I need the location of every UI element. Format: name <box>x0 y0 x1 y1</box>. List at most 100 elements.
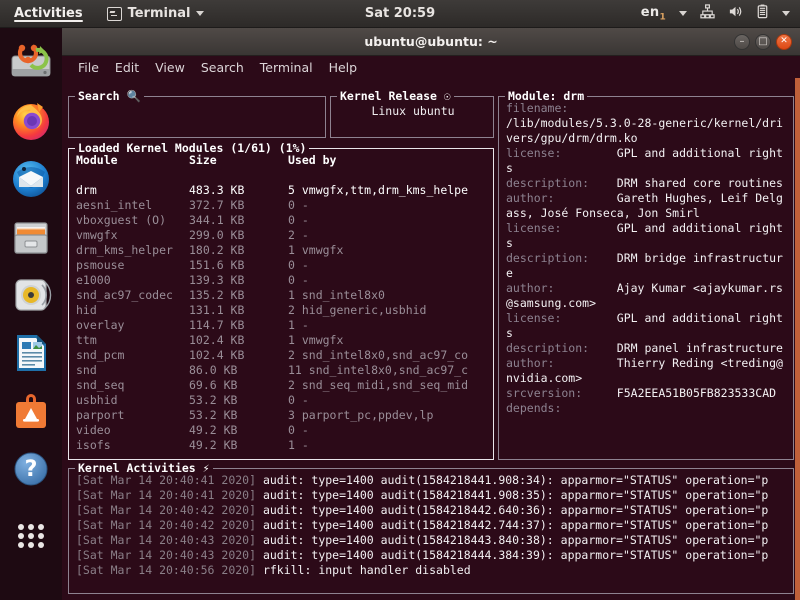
detail-field-pad <box>589 341 617 355</box>
search-panel[interactable]: Search 🔍 <box>68 89 326 138</box>
detail-field-pad <box>561 146 616 160</box>
close-icon: ✕ <box>780 36 788 46</box>
log-timestamp: [Sat Mar 14 20:40:43 2020] <box>76 548 263 562</box>
cell-used-by: 0 - <box>288 393 309 407</box>
cell-size: 102.4 KB <box>189 333 245 347</box>
table-row[interactable]: snd_seq 69.6 KB 2 snd_seq_midi,snd_seq_mid <box>76 378 488 393</box>
log-timestamp: [Sat Mar 14 20:40:41 2020] <box>76 473 263 487</box>
table-row[interactable]: isofs 49.2 KB 1 - <box>76 438 488 453</box>
detail-field-pad <box>561 401 616 415</box>
table-row[interactable]: e1000 139.3 KB 0 - <box>76 273 488 288</box>
window-controls: – □ ✕ <box>734 33 792 50</box>
dock-item-thunderbird[interactable] <box>7 155 55 203</box>
table-row[interactable]: overlay 114.7 KB 1 - <box>76 318 488 333</box>
detail-field: license: GPL and additional rights <box>506 146 788 176</box>
dock-item-firefox[interactable] <box>7 97 55 145</box>
table-row[interactable]: drm_kms_helper 180.2 KB 1 vmwgfx <box>76 243 488 258</box>
cell-size: 135.2 KB <box>189 288 245 302</box>
column-header-used-by: Used by <box>288 153 337 167</box>
terminal-scrollbar[interactable] <box>795 78 800 600</box>
table-row[interactable]: snd 86.0 KB 11 snd_intel8x0,snd_ac97_c <box>76 363 488 378</box>
table-row[interactable]: drm 483.3 KB 5 vmwgfx,ttm,drm_kms_helpe <box>76 183 488 198</box>
dock-item-files[interactable] <box>7 213 55 261</box>
dock-item-ubuntu-software[interactable] <box>7 387 55 435</box>
cell-size: 483.3 KB <box>189 183 245 197</box>
table-row[interactable]: vmwgfx 299.0 KB 2 - <box>76 228 488 243</box>
cell-size: 49.2 KB <box>189 438 238 452</box>
detail-field-key: author: <box>506 281 555 295</box>
menu-terminal[interactable]: Terminal <box>252 60 321 75</box>
table-row[interactable]: snd_ac97_codec 135.2 KB 1 snd_intel8x0 <box>76 288 488 303</box>
table-row[interactable]: usbhid 53.2 KB 0 - <box>76 393 488 408</box>
close-button[interactable]: ✕ <box>776 33 792 50</box>
table-row[interactable]: ttm 102.4 KB 1 vmwgfx <box>76 333 488 348</box>
search-input[interactable] <box>69 97 325 137</box>
table-row[interactable]: aesni_intel 372.7 KB 0 - <box>76 198 488 213</box>
cell-module: snd_pcm <box>76 348 125 362</box>
detail-field-value: DRM panel infrastructure <box>616 341 783 355</box>
chevron-down-icon-tray[interactable] <box>782 11 790 16</box>
table-row[interactable]: hid 131.1 KB 2 hid_generic,usbhid <box>76 303 488 318</box>
activities-button[interactable]: Activities <box>0 6 95 22</box>
network-icon[interactable] <box>700 4 715 23</box>
table-row[interactable]: video 49.2 KB 0 - <box>76 423 488 438</box>
cell-used-by: 0 - <box>288 198 309 212</box>
window-titlebar[interactable]: ubuntu@ubuntu: ~ – □ ✕ <box>62 28 800 56</box>
dock-item-rhythmbox[interactable] <box>7 271 55 319</box>
terminal-menubar: File Edit View Search Terminal Help <box>62 56 800 78</box>
cell-size: 344.1 KB <box>189 213 245 227</box>
menu-view[interactable]: View <box>147 60 193 75</box>
cell-size: 299.0 KB <box>189 228 245 242</box>
minimize-button[interactable]: – <box>734 33 750 50</box>
dock-item-show-applications[interactable] <box>7 512 55 560</box>
detail-field: author: Gareth Hughes, Leif Delgass, Jos… <box>506 191 788 221</box>
detail-field-key: description: <box>506 251 590 265</box>
kernel-release-value: Linux ubuntu <box>371 104 455 118</box>
cell-used-by: 1 - <box>288 318 309 332</box>
dock-item-install-ubuntu[interactable] <box>7 39 55 87</box>
table-row[interactable]: snd_pcm 102.4 KB 2 snd_intel8x0,snd_ac97_c… <box>76 348 488 363</box>
kernel-activities-panel[interactable]: Kernel Activities ⚡ [Sat Mar 14 20:40:41… <box>68 461 794 594</box>
cell-size: 372.7 KB <box>189 198 245 212</box>
dock-item-help[interactable]: ? <box>7 445 55 493</box>
detail-field-pad <box>561 221 616 235</box>
cell-size: 102.4 KB <box>189 348 245 362</box>
cell-module: parport <box>76 408 125 422</box>
menu-help[interactable]: Help <box>321 60 366 75</box>
cell-used-by: 1 - <box>288 438 309 452</box>
minimize-icon: – <box>739 35 745 47</box>
log-line: [Sat Mar 14 20:40:42 2020] audit: type=1… <box>76 518 788 533</box>
cell-module: snd_ac97_codec <box>76 288 173 302</box>
chevron-down-icon-lang[interactable] <box>679 11 687 16</box>
module-detail-panel[interactable]: Module: drm filename: /lib/modules/5.3.0… <box>498 89 794 460</box>
detail-field-key: depends: <box>506 401 562 415</box>
table-row[interactable]: parport 53.2 KB 3 parport_pc,ppdev,lp <box>76 408 488 423</box>
loaded-kernel-modules-panel[interactable]: Loaded Kernel Modules (1/61) (1%) Module… <box>68 141 494 460</box>
menu-file[interactable]: File <box>70 60 107 75</box>
detail-field-key: filename: <box>506 101 569 115</box>
screen: Activities Terminal Sat 20:59 en1 ? ubun… <box>0 0 800 600</box>
log-timestamp: [Sat Mar 14 20:40:42 2020] <box>76 518 263 532</box>
log-message: audit: type=1400 audit(1584218442.640:36… <box>262 503 769 517</box>
detail-field-pad <box>589 251 617 265</box>
menu-edit[interactable]: Edit <box>107 60 147 75</box>
log-line: [Sat Mar 14 20:40:43 2020] audit: type=1… <box>76 533 788 548</box>
battery-icon[interactable] <box>756 4 769 23</box>
keyboard-layout-indicator[interactable]: en1 <box>641 5 666 23</box>
detail-field: depends: <box>506 401 788 416</box>
menu-search[interactable]: Search <box>193 60 252 75</box>
cell-module: aesni_intel <box>76 198 153 212</box>
terminal-window: ubuntu@ubuntu: ~ – □ ✕ File Edit View Se… <box>62 28 800 600</box>
log-line: [Sat Mar 14 20:40:42 2020] audit: type=1… <box>76 503 788 518</box>
cell-used-by: 0 - <box>288 273 309 287</box>
volume-icon[interactable] <box>728 4 743 23</box>
detail-field-value: F5A2EEA51B05FB823533CAD <box>616 386 777 400</box>
table-row[interactable]: vboxguest (O) 344.1 KB 0 - <box>76 213 488 228</box>
dock-item-libreoffice-writer[interactable] <box>7 329 55 377</box>
cell-module: vmwgfx <box>76 228 118 242</box>
table-row[interactable]: psmouse 151.6 KB 0 - <box>76 258 488 273</box>
cell-module: snd_seq <box>76 378 125 392</box>
app-menu-button[interactable]: Terminal <box>106 6 205 21</box>
detail-field: description: DRM shared core routines <box>506 176 788 191</box>
maximize-button[interactable]: □ <box>755 33 771 50</box>
